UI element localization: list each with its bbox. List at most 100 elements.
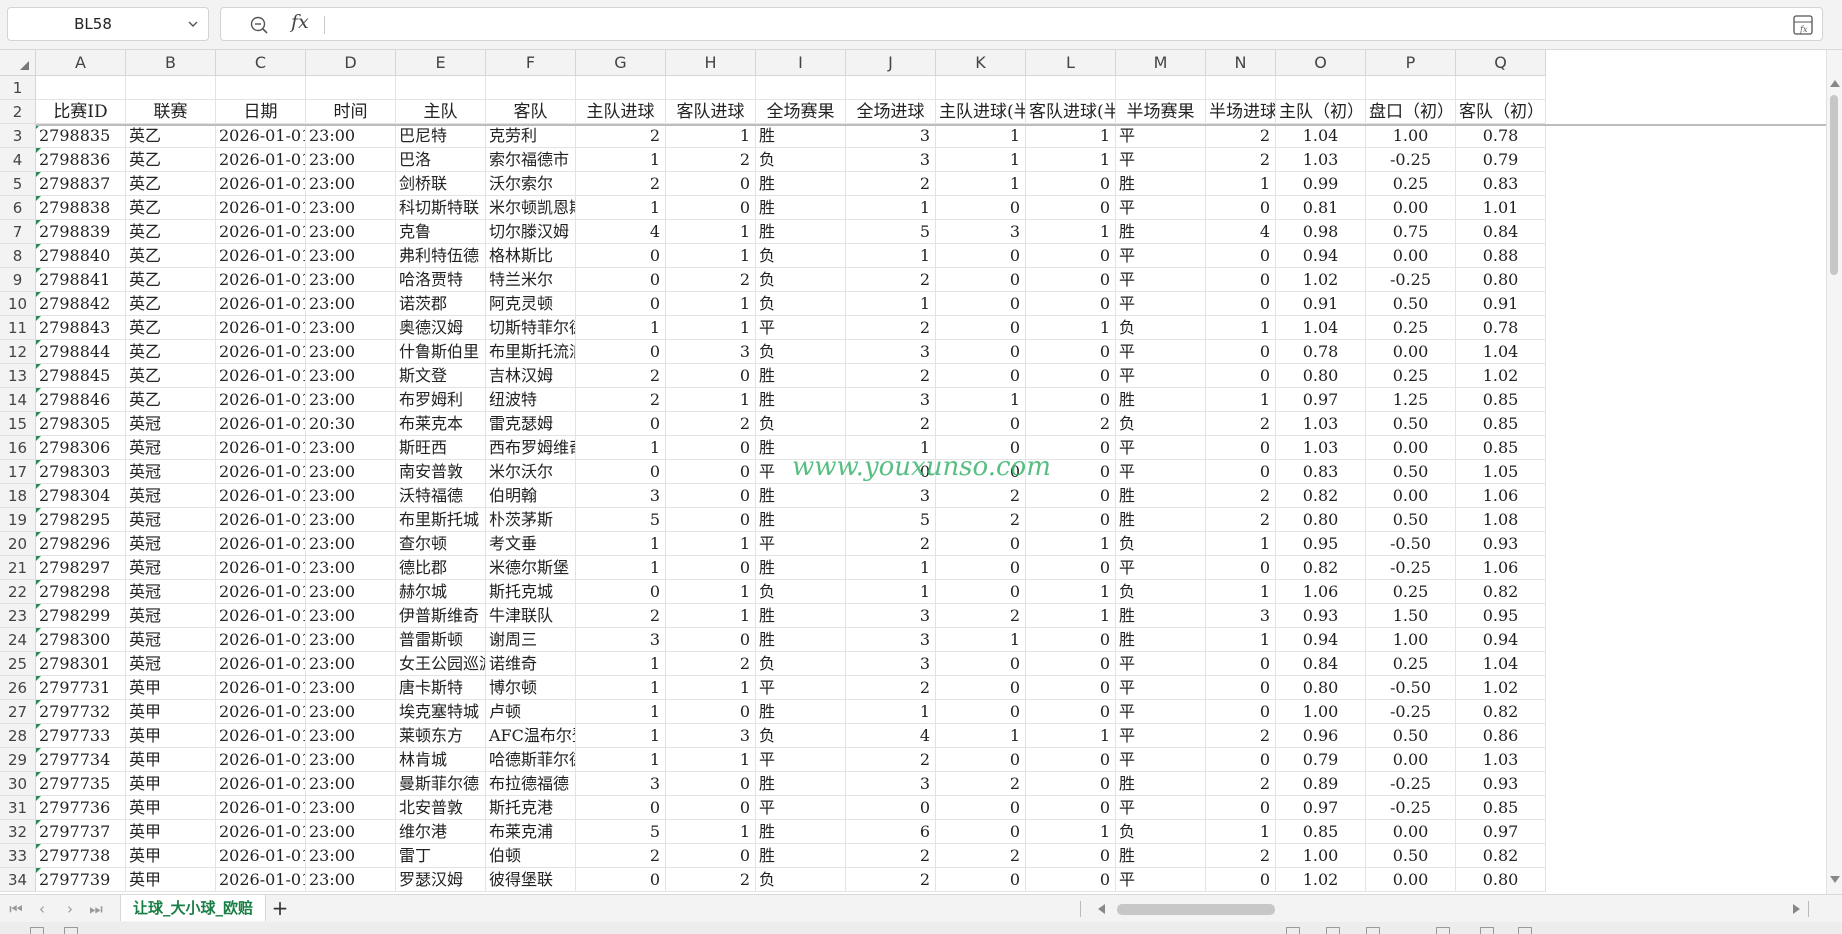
next-sheet-icon[interactable]: › bbox=[62, 901, 78, 917]
cell[interactable]: 1 bbox=[936, 124, 1026, 148]
cell[interactable]: 0.93 bbox=[1456, 532, 1546, 556]
cell[interactable]: 考文垂 bbox=[486, 532, 576, 556]
cell[interactable]: 0.91 bbox=[1276, 292, 1366, 316]
cell[interactable]: 3 bbox=[846, 148, 936, 172]
cell[interactable]: 布拉德福德 bbox=[486, 772, 576, 796]
cell[interactable]: 米尔沃尔 bbox=[486, 460, 576, 484]
cell[interactable]: 1 bbox=[666, 580, 756, 604]
header-cell[interactable]: 客队（初） bbox=[1456, 100, 1546, 124]
row-header-34[interactable]: 34 bbox=[0, 868, 36, 892]
cell[interactable]: 2 bbox=[576, 124, 666, 148]
cell[interactable]: 英冠 bbox=[126, 484, 216, 508]
header-cell[interactable]: 客队进球(半) bbox=[1026, 100, 1116, 124]
row-header-18[interactable]: 18 bbox=[0, 484, 36, 508]
cell[interactable]: 平 bbox=[1116, 124, 1206, 148]
cell[interactable]: 0.00 bbox=[1366, 196, 1456, 220]
cell[interactable]: 1 bbox=[846, 580, 936, 604]
column-header-l[interactable]: L bbox=[1026, 50, 1116, 76]
cell[interactable]: 0.85 bbox=[1456, 796, 1546, 820]
cell[interactable]: 2798835 bbox=[36, 124, 126, 148]
cell[interactable]: 1 bbox=[666, 604, 756, 628]
cell[interactable]: 0 bbox=[576, 340, 666, 364]
cell[interactable]: 3 bbox=[576, 484, 666, 508]
row-header-1[interactable]: 1 bbox=[0, 76, 36, 100]
cell[interactable]: 英冠 bbox=[126, 556, 216, 580]
cell[interactable]: 0 bbox=[1026, 844, 1116, 868]
cell[interactable] bbox=[936, 76, 1026, 100]
column-header-q[interactable]: Q bbox=[1456, 50, 1546, 76]
cell[interactable]: 2026-01-01 bbox=[216, 124, 306, 148]
cell[interactable]: 2026-01-01 bbox=[216, 844, 306, 868]
cell[interactable]: 23:00 bbox=[306, 220, 396, 244]
cell[interactable]: 弗利特伍德 bbox=[396, 244, 486, 268]
cell[interactable]: 0.84 bbox=[1276, 652, 1366, 676]
cell[interactable]: 0 bbox=[1206, 364, 1276, 388]
header-cell[interactable]: 主队（初） bbox=[1276, 100, 1366, 124]
cell[interactable]: 23:00 bbox=[306, 604, 396, 628]
cell[interactable]: 1 bbox=[1026, 220, 1116, 244]
cell[interactable]: 0 bbox=[936, 340, 1026, 364]
cell[interactable]: 博尔顿 bbox=[486, 676, 576, 700]
cell[interactable]: 英冠 bbox=[126, 604, 216, 628]
cell[interactable]: 2798305 bbox=[36, 412, 126, 436]
cell[interactable]: 卢顿 bbox=[486, 700, 576, 724]
row-header-13[interactable]: 13 bbox=[0, 364, 36, 388]
cell[interactable]: 1 bbox=[576, 700, 666, 724]
cell[interactable]: 23:00 bbox=[306, 148, 396, 172]
cell[interactable]: 1 bbox=[576, 724, 666, 748]
cell[interactable]: 雷克瑟姆 bbox=[486, 412, 576, 436]
cell[interactable]: 斯文登 bbox=[396, 364, 486, 388]
cell[interactable]: 负 bbox=[756, 268, 846, 292]
column-header-f[interactable]: F bbox=[486, 50, 576, 76]
cell[interactable]: 2 bbox=[936, 484, 1026, 508]
cell[interactable]: 2 bbox=[846, 868, 936, 892]
cell[interactable]: 负 bbox=[756, 340, 846, 364]
cell[interactable]: 4 bbox=[846, 724, 936, 748]
cell[interactable]: 2 bbox=[1206, 124, 1276, 148]
cell[interactable]: 1 bbox=[666, 388, 756, 412]
cell[interactable]: 1 bbox=[666, 244, 756, 268]
cell[interactable]: 胜 bbox=[756, 508, 846, 532]
header-cell[interactable]: 联赛 bbox=[126, 100, 216, 124]
header-cell[interactable]: 主队进球(半) bbox=[936, 100, 1026, 124]
header-cell[interactable]: 盘口（初） bbox=[1366, 100, 1456, 124]
cell[interactable]: 2798841 bbox=[36, 268, 126, 292]
column-header-p[interactable]: P bbox=[1366, 50, 1456, 76]
cell[interactable]: 克劳利 bbox=[486, 124, 576, 148]
cell[interactable]: 2 bbox=[1206, 844, 1276, 868]
vertical-scroll-thumb[interactable] bbox=[1830, 95, 1838, 275]
cell[interactable]: 1.03 bbox=[1276, 148, 1366, 172]
cell[interactable]: 英乙 bbox=[126, 268, 216, 292]
cell[interactable]: 0 bbox=[666, 484, 756, 508]
cell[interactable] bbox=[576, 76, 666, 100]
cell[interactable]: 1 bbox=[1206, 820, 1276, 844]
cell[interactable]: 1.05 bbox=[1456, 460, 1546, 484]
cell[interactable]: 0.78 bbox=[1456, 124, 1546, 148]
cell[interactable]: 23:00 bbox=[306, 820, 396, 844]
header-cell[interactable]: 客队进球 bbox=[666, 100, 756, 124]
row-header-4[interactable]: 4 bbox=[0, 148, 36, 172]
cell[interactable]: 英冠 bbox=[126, 412, 216, 436]
cell[interactable]: 谢周三 bbox=[486, 628, 576, 652]
cell[interactable]: 2798306 bbox=[36, 436, 126, 460]
cell[interactable]: 斯旺西 bbox=[396, 436, 486, 460]
header-cell[interactable]: 全场赛果 bbox=[756, 100, 846, 124]
cell[interactable]: 平 bbox=[1116, 796, 1206, 820]
cell[interactable]: 0.75 bbox=[1366, 220, 1456, 244]
cell[interactable]: 吉林汉姆 bbox=[486, 364, 576, 388]
cell[interactable]: 1 bbox=[1026, 124, 1116, 148]
cell[interactable]: 0 bbox=[576, 268, 666, 292]
cell[interactable]: 2797731 bbox=[36, 676, 126, 700]
cell[interactable]: 胜 bbox=[756, 772, 846, 796]
cell[interactable]: 2026-01-01 bbox=[216, 292, 306, 316]
cell[interactable]: 胜 bbox=[1116, 484, 1206, 508]
cell[interactable]: 2 bbox=[576, 364, 666, 388]
cell[interactable]: 23:00 bbox=[306, 652, 396, 676]
column-header-k[interactable]: K bbox=[936, 50, 1026, 76]
row-header-23[interactable]: 23 bbox=[0, 604, 36, 628]
cell[interactable]: 1 bbox=[936, 724, 1026, 748]
cell[interactable]: 英乙 bbox=[126, 292, 216, 316]
cell[interactable]: 2798843 bbox=[36, 316, 126, 340]
cell[interactable]: 1.01 bbox=[1456, 196, 1546, 220]
cell[interactable]: 1 bbox=[1026, 604, 1116, 628]
